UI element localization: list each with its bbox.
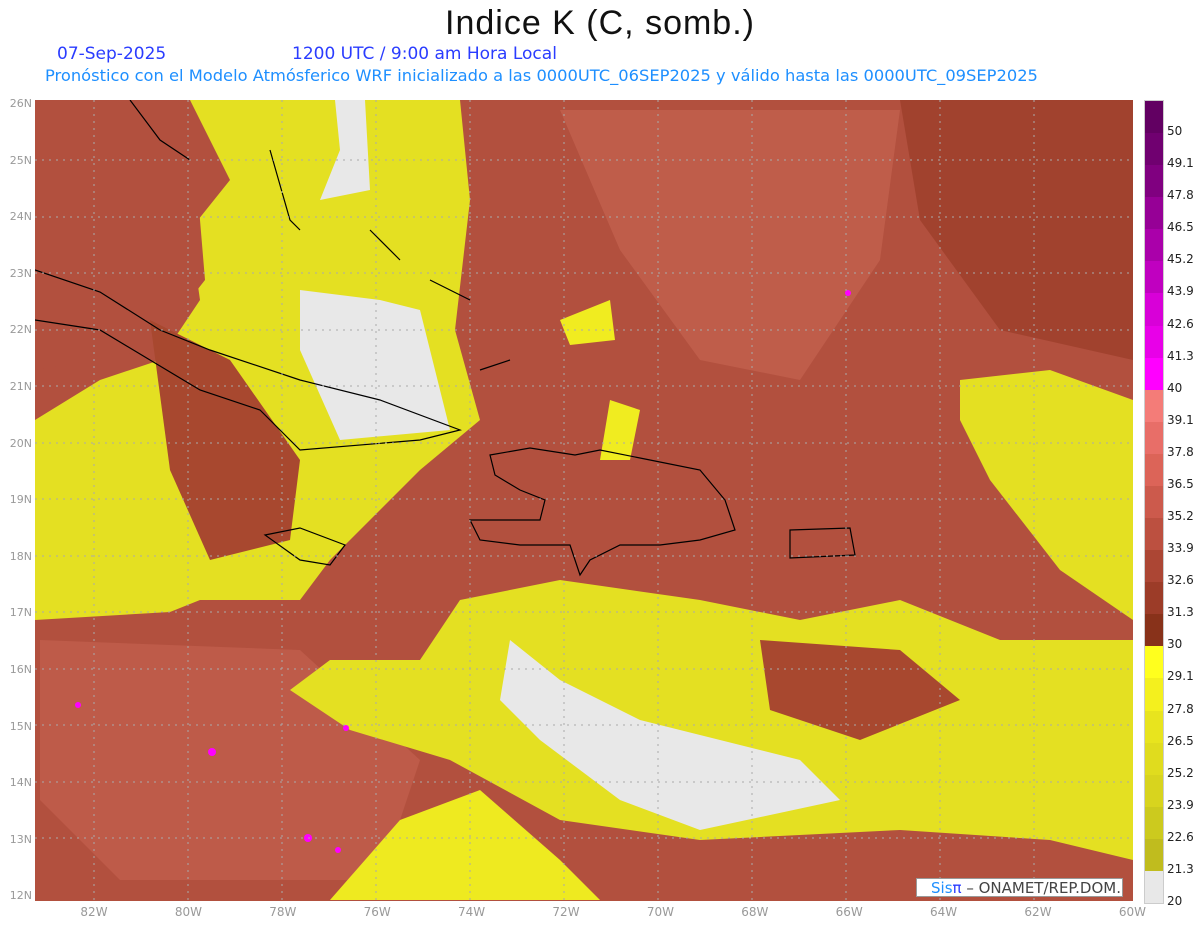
colorbar-swatch <box>1145 389 1163 423</box>
colorbar-swatch <box>1145 485 1163 519</box>
colorbar-label: 30 <box>1167 637 1183 652</box>
credit-pi: π <box>952 879 962 897</box>
colorbar-swatch <box>1145 774 1163 808</box>
colorbar-swatch <box>1145 261 1163 294</box>
colorbar-swatch <box>1145 229 1163 262</box>
lon-tick-label: 80W <box>174 905 202 919</box>
colorbar-swatch <box>1145 582 1163 615</box>
colorbar <box>1144 100 1164 904</box>
credit-brand: Sis <box>931 879 953 897</box>
colorbar-swatch <box>1145 421 1163 455</box>
lon-tick-label: 70W <box>646 905 674 919</box>
colorbar-swatch <box>1145 678 1163 712</box>
lat-tick-label: 13N <box>9 832 32 846</box>
colorbar-label: 39.1 <box>1167 412 1194 427</box>
colorbar-swatch <box>1145 518 1163 551</box>
colorbar-label: 49.1 <box>1167 156 1194 171</box>
colorbar-label: 41.3 <box>1167 348 1194 363</box>
lat-tick-label: 18N <box>9 549 32 563</box>
lon-tick-label: 68W <box>741 905 769 919</box>
colorbar-label: 35.2 <box>1167 509 1194 524</box>
chart-title: Indice K (C, somb.) <box>445 4 755 42</box>
colorbar-label: 31.3 <box>1167 605 1194 620</box>
colorbar-label: 32.6 <box>1167 573 1194 588</box>
colorbar-swatch <box>1145 357 1163 391</box>
colorbar-label: 29.1 <box>1167 669 1194 684</box>
colorbar-swatch <box>1145 614 1163 647</box>
colorbar-label: 46.5 <box>1167 220 1194 235</box>
credit-text: – ONAMET/REP.DOM. <box>966 879 1121 897</box>
colorbar-swatch <box>1145 870 1163 904</box>
forecast-time: 1200 UTC / 9:00 am Hora Local <box>292 44 557 64</box>
k-index-map <box>35 100 1133 901</box>
lon-tick-label: 66W <box>835 905 863 919</box>
lon-tick-label: 64W <box>930 905 958 919</box>
colorbar-label: 25.2 <box>1167 765 1194 780</box>
colorbar-label: 37.8 <box>1167 444 1194 459</box>
colorbar-label: 27.8 <box>1167 701 1194 716</box>
lon-tick-label: 76W <box>363 905 391 919</box>
lat-tick-label: 25N <box>9 153 32 167</box>
colorbar-label: 36.5 <box>1167 476 1194 491</box>
colorbar-label: 20 <box>1167 894 1183 908</box>
colorbar-swatch <box>1145 806 1163 840</box>
colorbar-label: 21.3 <box>1167 861 1194 876</box>
colorbar-swatch <box>1145 325 1163 359</box>
lat-tick-label: 26N <box>9 97 32 110</box>
lat-tick-label: 22N <box>9 323 32 337</box>
colorbar-label: 26.5 <box>1167 733 1194 748</box>
colorbar-label: 40 <box>1167 380 1183 395</box>
colorbar-swatch <box>1145 453 1163 487</box>
lon-tick-label: 78W <box>269 905 297 919</box>
colorbar-label: 33.9 <box>1167 541 1194 556</box>
colorbar-label: 22.6 <box>1167 829 1194 844</box>
lat-tick-label: 12N <box>9 889 32 903</box>
colorbar-label: 23.9 <box>1167 797 1194 812</box>
forecast-date: 07-Sep-2025 <box>57 44 167 64</box>
lon-tick-label: 62W <box>1024 905 1052 919</box>
colorbar-label: 45.2 <box>1167 252 1194 267</box>
colorbar-swatch <box>1145 646 1163 679</box>
colorbar-swatch <box>1145 101 1163 134</box>
colorbar-label: 43.9 <box>1167 284 1194 299</box>
colorbar-swatch <box>1145 742 1163 776</box>
colorbar-swatch <box>1145 550 1163 583</box>
colorbar-swatch <box>1145 165 1163 198</box>
colorbar-label: 42.6 <box>1167 316 1194 331</box>
colorbar-swatch <box>1145 293 1163 327</box>
credit-box: Sisπ – ONAMET/REP.DOM. <box>916 878 1123 897</box>
lat-tick-label: 17N <box>9 606 32 620</box>
lat-tick-label: 14N <box>9 776 32 790</box>
colorbar-swatch <box>1145 838 1163 872</box>
lat-tick-label: 15N <box>9 719 32 733</box>
lat-tick-label: 20N <box>9 436 32 450</box>
lat-tick-label: 24N <box>9 210 32 224</box>
colorbar-swatch <box>1145 197 1163 230</box>
lat-tick-label: 19N <box>9 493 32 507</box>
lon-tick-label: 74W <box>458 905 486 919</box>
lat-tick-label: 23N <box>9 266 32 280</box>
colorbar-label: 47.8 <box>1167 188 1194 203</box>
colorbar-label: 50 <box>1167 124 1183 139</box>
lon-tick-label: 82W <box>80 905 108 919</box>
colorbar-swatch <box>1145 710 1163 744</box>
lat-tick-label: 16N <box>9 663 32 676</box>
lat-tick-label: 21N <box>9 380 32 393</box>
model-subtitle: Pronóstico con el Modelo Atmósferico WRF… <box>45 66 1038 85</box>
lon-tick-label: 72W <box>552 905 580 919</box>
lon-tick-label: 60W <box>1118 905 1146 919</box>
colorbar-swatch <box>1145 133 1163 166</box>
